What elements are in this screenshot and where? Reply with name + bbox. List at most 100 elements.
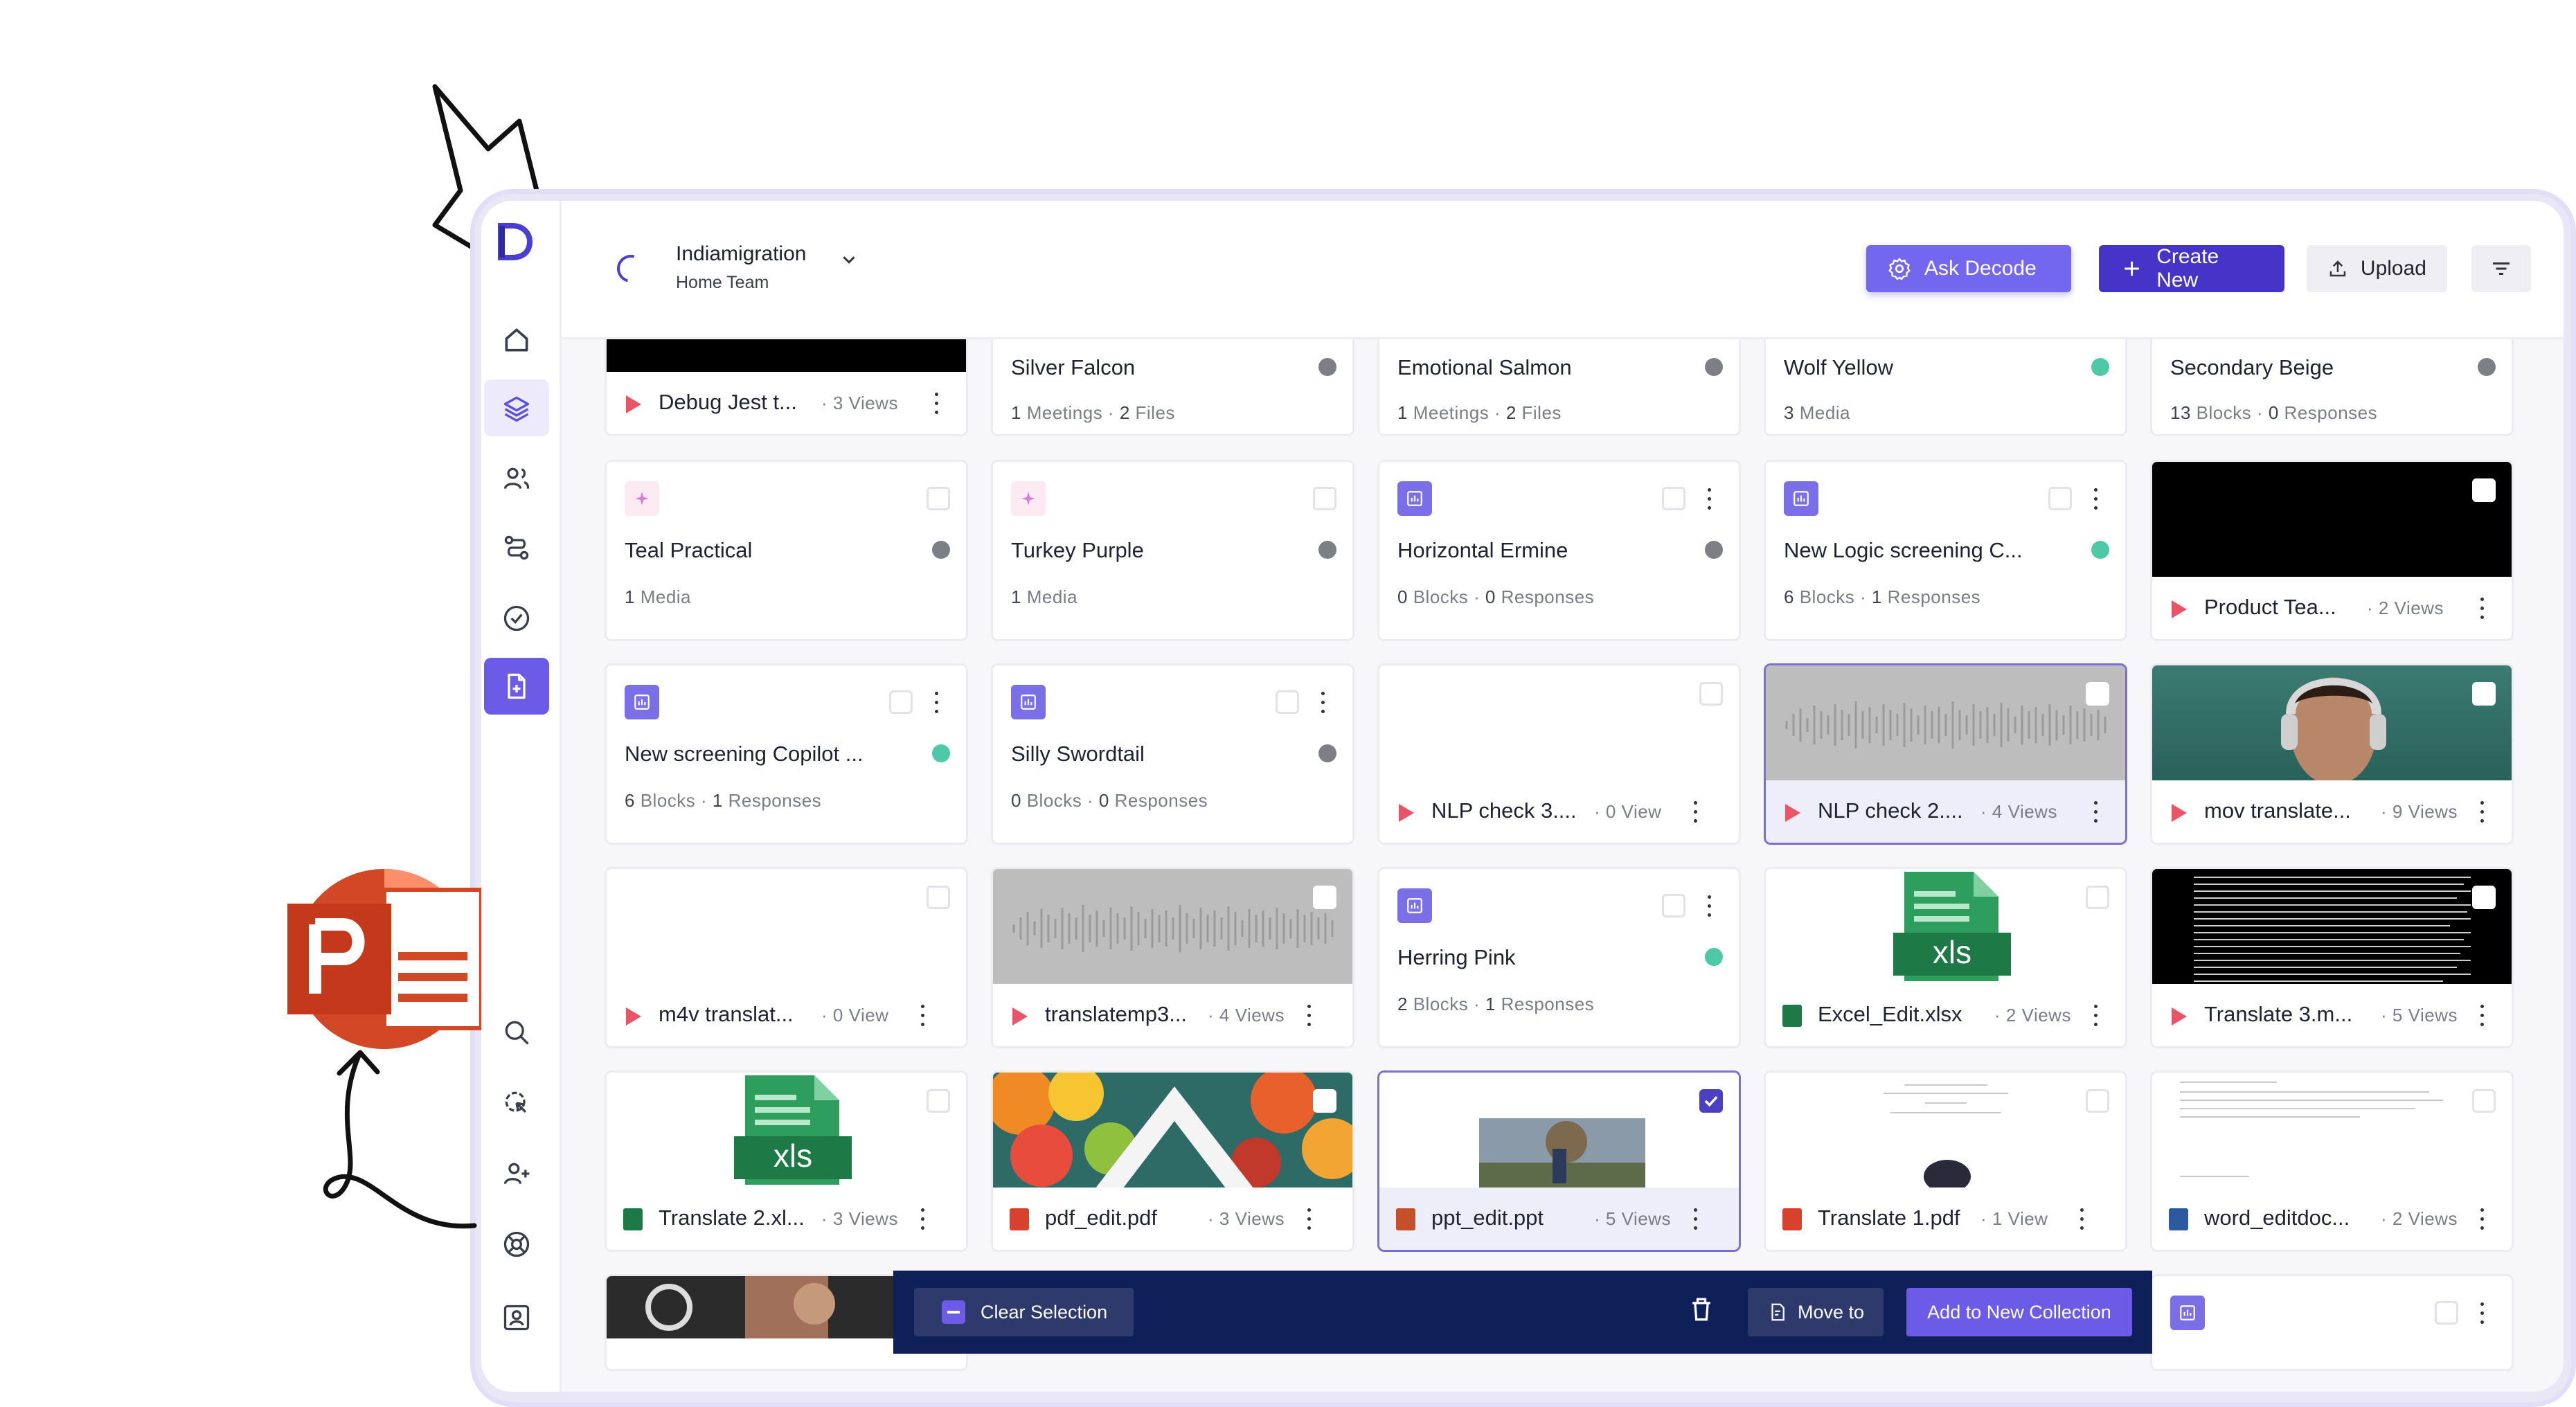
select-checkbox[interactable] (2472, 682, 2496, 706)
select-checkbox[interactable] (2086, 1089, 2109, 1113)
trash-icon[interactable] (1686, 1294, 1717, 1325)
filter-button[interactable] (2471, 245, 2531, 292)
card-collection[interactable]: Secondary Beige 13 Blocks · 0 Responses (2150, 339, 2514, 436)
select-checkbox[interactable] (2435, 1301, 2458, 1325)
create-new-button[interactable]: Create New (2099, 245, 2284, 292)
card-views: · 1 View (1980, 1208, 2048, 1229)
upload-button[interactable]: Upload (2307, 245, 2447, 292)
card-form[interactable]: New Logic screening C... 6 Blocks · 1 Re… (1764, 460, 2127, 641)
more-options-icon[interactable] (2478, 1003, 2486, 1028)
nav-profile[interactable] (484, 1289, 549, 1346)
card-video[interactable]: Product Tea... · 2 Views (2150, 460, 2514, 641)
more-options-icon[interactable] (932, 391, 940, 416)
more-options-icon[interactable] (1305, 1003, 1313, 1028)
more-options-icon[interactable] (932, 690, 940, 715)
card-title: New screening Copilot ... (625, 742, 864, 766)
gear-cursor-icon (505, 1091, 527, 1113)
card-views: · 5 Views (2381, 1005, 2458, 1025)
select-checkbox[interactable] (1662, 894, 1685, 917)
more-options-icon[interactable] (1691, 800, 1699, 825)
more-options-icon[interactable] (2091, 1003, 2100, 1028)
select-checkbox[interactable] (889, 690, 913, 714)
select-checkbox[interactable] (1313, 1089, 1336, 1113)
ask-decode-button[interactable]: Ask Decode (1866, 245, 2071, 292)
create-new-label: Create New (2156, 245, 2219, 292)
add-to-new-collection-button[interactable]: Add to New Collection (1906, 1288, 2132, 1336)
card-views: · 4 Views (1208, 1005, 1285, 1025)
lifebuoy-icon (503, 1231, 530, 1257)
more-options-icon[interactable] (1705, 487, 1713, 512)
card-file[interactable]: xls Excel_Edit.xlsx · 2 Views (1764, 867, 2127, 1048)
card-title: Translate 3.m... (2204, 1002, 2353, 1026)
more-options-icon[interactable] (1691, 1207, 1699, 1232)
select-checkbox-checked[interactable] (1699, 1089, 1723, 1113)
card-form[interactable]: Horizontal Ermine 0 Blocks · 0 Responses (1377, 460, 1741, 641)
nav-search[interactable] (484, 1004, 549, 1061)
select-checkbox[interactable] (2086, 886, 2109, 909)
card-form[interactable] (2150, 1274, 2514, 1371)
card-video[interactable]: NLP check 3.... · 0 View (1377, 663, 1741, 845)
nav-settings[interactable] (484, 1075, 549, 1131)
card-audio[interactable]: translatemp3... · 4 Views (991, 867, 1354, 1048)
move-to-button[interactable]: Move to (1748, 1288, 1884, 1336)
select-checkbox[interactable] (1313, 886, 1336, 909)
nav-people[interactable] (484, 450, 549, 507)
nav-new-document[interactable] (484, 658, 549, 715)
more-options-icon[interactable] (2091, 487, 2100, 512)
more-options-icon[interactable] (2478, 1207, 2486, 1232)
more-options-icon[interactable] (1318, 690, 1327, 715)
card-collection[interactable]: Wolf Yellow 3 Media (1764, 339, 2127, 436)
nav-invite-user[interactable] (484, 1145, 549, 1202)
card-collection[interactable]: Teal Practical 1 Media (605, 460, 968, 641)
card-form[interactable]: Silly Swordtail 0 Blocks · 0 Responses (991, 663, 1354, 845)
nav-help[interactable] (484, 1216, 549, 1273)
card-form[interactable]: New screening Copilot ... 6 Blocks · 1 R… (605, 663, 968, 845)
more-options-icon[interactable] (2478, 800, 2486, 825)
more-options-icon[interactable] (1305, 1207, 1313, 1232)
select-checkbox[interactable] (2086, 682, 2109, 706)
card-file[interactable]: xls Translate 2.xl... · 3 Views (605, 1070, 968, 1252)
card-video[interactable]: Translate 3.m... · 5 Views (2150, 867, 2514, 1048)
nav-tasks[interactable] (484, 590, 549, 647)
select-checkbox[interactable] (1662, 487, 1685, 510)
card-video[interactable]: mov translate... · 9 Views (2150, 663, 2514, 845)
fruit-image (993, 1073, 1352, 1192)
more-options-icon[interactable] (2478, 596, 2486, 621)
card-video[interactable]: m4v translat... · 0 View (605, 867, 968, 1048)
card-file[interactable]: Translate 1.pdf · 1 View (1764, 1070, 2127, 1252)
select-checkbox[interactable] (1276, 690, 1299, 714)
card-title: m4v translat... (659, 1002, 794, 1026)
more-options-icon[interactable] (1705, 894, 1713, 919)
clear-selection-button[interactable]: Clear Selection (914, 1288, 1134, 1336)
select-checkbox[interactable] (2472, 886, 2496, 909)
more-options-icon[interactable] (918, 1207, 927, 1232)
more-options-icon[interactable] (2077, 1207, 2086, 1232)
more-options-icon[interactable] (2091, 800, 2100, 825)
select-checkbox[interactable] (927, 886, 950, 909)
card-file[interactable]: pdf_edit.pdf · 3 Views (991, 1070, 1354, 1252)
workspace-name[interactable]: Indiamigration (676, 242, 806, 266)
play-icon (2172, 804, 2187, 822)
card-video[interactable]: Debug Jest t... · 3 Views (605, 339, 968, 436)
card-audio[interactable]: NLP check 2.... · 4 Views (1764, 663, 2127, 845)
select-checkbox[interactable] (1313, 487, 1336, 510)
card-file[interactable]: word_editdoc... · 2 Views (2150, 1070, 2514, 1252)
select-checkbox[interactable] (1699, 682, 1723, 706)
more-options-icon[interactable] (918, 1003, 927, 1028)
card-collection[interactable]: Turkey Purple 1 Media (991, 460, 1354, 641)
card-collection[interactable]: Silver Falcon 1 Meetings · 2 Files (991, 339, 1354, 436)
select-checkbox[interactable] (2472, 1089, 2496, 1113)
card-title: Turkey Purple (1011, 538, 1144, 562)
nav-library[interactable] (484, 379, 549, 436)
card-file[interactable]: ppt_edit.ppt · 5 Views (1377, 1070, 1741, 1252)
select-checkbox[interactable] (2048, 487, 2072, 510)
nav-home[interactable] (484, 312, 549, 368)
more-options-icon[interactable] (2478, 1301, 2486, 1326)
card-form[interactable]: Herring Pink 2 Blocks · 1 Responses (1377, 867, 1741, 1048)
select-checkbox[interactable] (927, 1089, 950, 1113)
nav-workflows[interactable] (484, 519, 549, 576)
select-checkbox[interactable] (2472, 478, 2496, 502)
card-collection[interactable]: Emotional Salmon 1 Meetings · 2 Files (1377, 339, 1741, 436)
select-checkbox[interactable] (927, 487, 950, 510)
chevron-down-icon[interactable] (839, 249, 859, 270)
